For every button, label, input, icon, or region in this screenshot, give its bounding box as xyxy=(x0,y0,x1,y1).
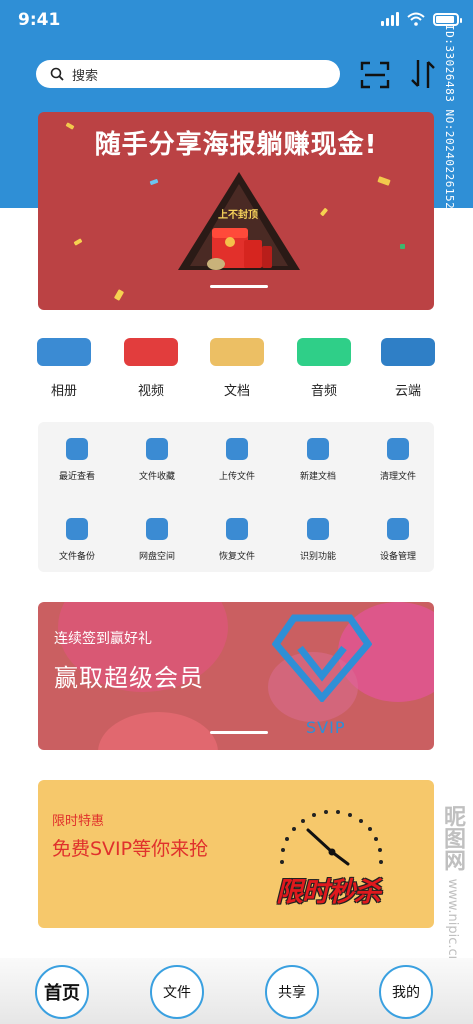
svip-title: 赢取超级会员 xyxy=(54,664,204,692)
category-label: 音频 xyxy=(310,384,337,399)
decor-blob xyxy=(98,712,218,750)
flash-title: 免费SVIP等你来抢 xyxy=(52,838,209,860)
tool-icon xyxy=(387,438,409,460)
promo-banner[interactable]: 随手分享海报躺赚现金! 上不封顶 xyxy=(38,112,434,310)
tool-label: 识别功能 xyxy=(299,552,336,562)
tool-icon xyxy=(226,518,248,540)
tool-recognize[interactable]: 识别功能 xyxy=(278,518,358,562)
svip-mark: SVIP xyxy=(306,718,346,737)
tool-label: 恢复文件 xyxy=(218,552,255,562)
category-video[interactable]: 视频 xyxy=(123,338,179,399)
tool-icon xyxy=(66,518,88,540)
confetti-decoration xyxy=(400,244,405,249)
svip-subtitle: 连续签到赢好礼 xyxy=(54,631,152,647)
tool-icon xyxy=(307,438,329,460)
category-document[interactable]: 文档 xyxy=(209,338,265,399)
watermark-url: www.nipic.cn xyxy=(445,878,460,964)
tool-label: 新建文档 xyxy=(299,472,336,482)
category-album-icon xyxy=(37,338,91,366)
category-label: 云端 xyxy=(394,384,421,399)
status-time: 9:41 xyxy=(18,10,61,30)
tool-icon xyxy=(226,438,248,460)
sort-icon[interactable] xyxy=(410,58,436,90)
tool-label: 文件收藏 xyxy=(138,472,175,482)
tool-storage[interactable]: 网盘空间 xyxy=(117,518,197,562)
tool-label: 最近查看 xyxy=(58,472,95,482)
confetti-decoration xyxy=(149,178,159,186)
tool-clean[interactable]: 清理文件 xyxy=(358,438,438,482)
search-icon xyxy=(50,67,64,81)
tool-upload[interactable]: 上传文件 xyxy=(197,438,277,482)
nav-shared[interactable]: 共享 xyxy=(265,965,319,1019)
confetti-decoration xyxy=(319,207,329,217)
tool-backup[interactable]: 文件备份 xyxy=(37,518,117,562)
svip-banner[interactable]: 连续签到赢好礼 赢取超级会员 SVIP xyxy=(38,602,434,750)
tool-restore[interactable]: 恢复文件 xyxy=(197,518,277,562)
category-cloud[interactable]: 云端 xyxy=(380,338,436,399)
confetti-decoration xyxy=(73,238,83,246)
banner-badge: 上不封顶 xyxy=(218,210,258,221)
tool-devices[interactable]: 设备管理 xyxy=(358,518,438,562)
category-label: 文档 xyxy=(223,384,250,399)
category-cloud-icon xyxy=(381,338,435,366)
category-album[interactable]: 相册 xyxy=(36,338,92,399)
banner-title: 随手分享海报躺赚现金! xyxy=(94,130,378,160)
nav-home[interactable]: 首页 xyxy=(35,965,89,1019)
tool-new-document[interactable]: 新建文档 xyxy=(278,438,358,482)
category-label: 视频 xyxy=(137,384,164,399)
clock-icon xyxy=(280,810,383,866)
flash-subtitle: 限时特惠 xyxy=(52,814,105,829)
confetti-decoration xyxy=(377,176,391,186)
confetti-decoration xyxy=(113,289,125,301)
side-id-text: ID:33026483 NO:20240226152233712126 xyxy=(443,24,456,274)
tool-recent[interactable]: 最近查看 xyxy=(37,438,117,482)
tool-icon xyxy=(146,518,168,540)
category-audio-icon xyxy=(297,338,351,366)
tool-icon xyxy=(146,438,168,460)
scan-icon[interactable] xyxy=(360,60,390,90)
tool-icon xyxy=(307,518,329,540)
status-bar: 9:41 xyxy=(0,0,473,40)
search-placeholder: 搜索 xyxy=(72,68,99,84)
flash-sale-banner[interactable]: 限时特惠 免费SVIP等你来抢 限时秒杀 xyxy=(38,780,434,928)
tool-label: 网盘空间 xyxy=(138,552,175,562)
nav-files[interactable]: 文件 xyxy=(150,965,204,1019)
category-label: 相册 xyxy=(50,384,77,399)
category-document-icon xyxy=(210,338,264,366)
tool-icon xyxy=(387,518,409,540)
banner-page-indicator xyxy=(210,285,268,288)
wifi-icon xyxy=(407,12,425,26)
tool-label: 上传文件 xyxy=(218,472,255,482)
diamond-icon xyxy=(272,614,372,702)
tools-panel: 最近查看 文件收藏 上传文件 新建文档 清理文件 文件备份 网盘空间 恢复文件 … xyxy=(38,422,434,572)
tool-label: 清理文件 xyxy=(379,472,416,482)
tool-label: 设备管理 xyxy=(379,552,416,562)
svip-page-indicator xyxy=(210,731,268,734)
flash-stamp: 限时秒杀 xyxy=(276,877,381,908)
red-envelope-illustration xyxy=(178,172,300,270)
category-video-icon xyxy=(124,338,178,366)
watermark-main: 昵图网 xyxy=(440,805,465,871)
tool-favorites[interactable]: 文件收藏 xyxy=(117,438,197,482)
search-input[interactable]: 搜索 xyxy=(36,60,340,88)
category-row: 相册 视频 文档 音频 云端 xyxy=(0,338,473,408)
tool-label: 文件备份 xyxy=(58,552,95,562)
bottom-nav: 首页 文件 共享 我的 xyxy=(0,958,473,1024)
cellular-signal-icon xyxy=(381,12,399,26)
tool-icon xyxy=(66,438,88,460)
nav-mine[interactable]: 我的 xyxy=(379,965,433,1019)
category-audio[interactable]: 音频 xyxy=(296,338,352,399)
